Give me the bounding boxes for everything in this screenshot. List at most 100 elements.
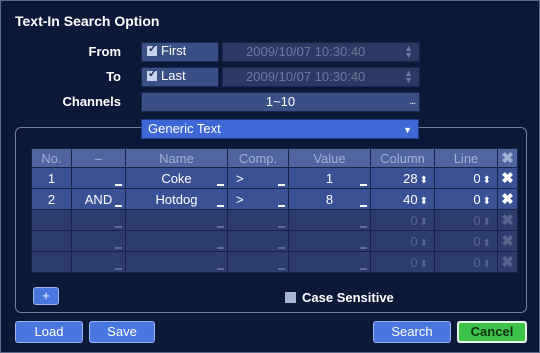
chevron-down-icon: ▼ [403, 125, 412, 135]
channels-value: 1~10 [265, 94, 296, 109]
delete-row-icon: ✖ [497, 230, 518, 252]
dropdown-marker-icon [217, 226, 224, 228]
dropdown-marker-icon [217, 184, 224, 186]
operator-select[interactable]: AND [71, 188, 126, 210]
delete-row-icon: ✖ [497, 251, 518, 273]
name-value: Hotdog [155, 191, 198, 207]
value-field[interactable]: 1 [288, 167, 371, 189]
up-down-arrows-icon: ⬍ [419, 237, 428, 249]
table-row: 1 Coke > 1 28 ⬍ 0 ⬍ ✖ [31, 167, 518, 189]
column-value: 28 [403, 170, 418, 186]
delete-row-icon[interactable]: ✖ [497, 188, 518, 210]
up-down-arrows-icon: ⬍ [482, 258, 491, 270]
line-value: 0 [473, 170, 481, 186]
dropdown-marker-icon [278, 205, 285, 207]
channels-field[interactable]: 1~10 ... [141, 92, 420, 112]
case-sensitive-label: Case Sensitive [302, 290, 394, 305]
column-value: 40 [403, 191, 418, 207]
col-header-line: Line [434, 148, 498, 168]
case-sensitive-checkbox[interactable]: Case Sensitive [285, 290, 394, 305]
dialog-title: Text-In Search Option [15, 13, 160, 29]
dropdown-marker-icon [217, 205, 224, 207]
comp-select[interactable]: > [227, 167, 289, 189]
comp-value: > [236, 170, 244, 186]
checkbox-checked-icon [147, 67, 157, 81]
add-condition-button[interactable]: + [33, 287, 59, 305]
value-field [288, 209, 371, 231]
comp-select [227, 230, 289, 252]
up-down-arrows-icon: ⬍ [419, 258, 428, 270]
dropdown-marker-icon [115, 268, 122, 270]
text-type-dropdown[interactable]: Generic Text ▼ [141, 119, 419, 139]
dropdown-marker-icon [360, 184, 367, 186]
operator-value: AND [84, 191, 113, 207]
delete-row-icon: ✖ [497, 209, 518, 231]
table-row: 0 ⬍ 0 ⬍ ✖ [31, 230, 518, 252]
text-type-selected: Generic Text [148, 121, 221, 136]
up-down-arrows-icon: ▲ ▼ [404, 68, 413, 85]
name-field [125, 230, 228, 252]
column-value: 0 [410, 254, 418, 270]
comp-value: > [236, 191, 244, 207]
up-down-arrows-icon: ⬍ [482, 237, 491, 249]
column-spinner: 0 ⬍ [370, 209, 435, 231]
column-spinner: 0 ⬍ [370, 251, 435, 273]
line-spinner[interactable]: 0 ⬍ [434, 188, 498, 210]
comp-select [227, 251, 289, 273]
col-header-operator: – [71, 148, 126, 168]
from-datetime-value: 2009/10/07 10:30:40 [246, 44, 366, 59]
up-down-arrows-icon: ⬍ [419, 195, 428, 207]
cancel-button[interactable]: Cancel [457, 321, 527, 343]
dropdown-marker-icon [115, 205, 122, 207]
column-spinner[interactable]: 40 ⬍ [370, 188, 435, 210]
dropdown-marker-icon [278, 184, 285, 186]
dropdown-marker-icon [360, 205, 367, 207]
channels-label: Channels [62, 94, 121, 109]
up-down-arrows-icon: ⬍ [419, 216, 428, 228]
line-spinner[interactable]: 0 ⬍ [434, 167, 498, 189]
value-field[interactable]: 8 [288, 188, 371, 210]
to-datetime-field[interactable]: 2009/10/07 10:30:40 ▲ ▼ [222, 67, 420, 87]
to-label: To [106, 69, 121, 84]
up-down-arrows-icon: ⬍ [482, 195, 491, 207]
column-value: 0 [410, 212, 418, 228]
to-last-checkbox[interactable]: Last [141, 67, 219, 87]
operator-select [71, 251, 126, 273]
col-header-comp: Comp. [227, 148, 289, 168]
operator-select [71, 230, 126, 252]
dropdown-marker-icon [217, 268, 224, 270]
dropdown-marker-icon [217, 247, 224, 249]
table-header-row: No. – Name Comp. Value Column Line ✖ [31, 148, 518, 168]
table-row: 0 ⬍ 0 ⬍ ✖ [31, 251, 518, 273]
value-field [288, 230, 371, 252]
up-down-arrows-icon: ⬍ [482, 216, 491, 228]
column-spinner: 0 ⬍ [370, 230, 435, 252]
line-value: 0 [473, 191, 481, 207]
line-spinner: 0 ⬍ [434, 209, 498, 231]
from-datetime-field[interactable]: 2009/10/07 10:30:40 ▲ ▼ [222, 42, 420, 62]
column-spinner[interactable]: 28 ⬍ [370, 167, 435, 189]
name-field[interactable]: Coke [125, 167, 228, 189]
dropdown-marker-icon [115, 226, 122, 228]
comp-select [227, 209, 289, 231]
load-button[interactable]: Load [15, 321, 83, 343]
dropdown-marker-icon [278, 268, 285, 270]
save-button[interactable]: Save [89, 321, 155, 343]
delete-row-icon[interactable]: ✖ [497, 167, 518, 189]
to-datetime-value: 2009/10/07 10:30:40 [246, 69, 366, 84]
operator-select[interactable] [71, 167, 126, 189]
row-no: 1 [31, 167, 72, 189]
from-first-checkbox[interactable]: First [141, 42, 219, 62]
name-field[interactable]: Hotdog [125, 188, 228, 210]
name-field [125, 209, 228, 231]
delete-all-icon[interactable]: ✖ [497, 148, 518, 168]
to-checkbox-label: Last [161, 68, 186, 83]
search-button[interactable]: Search [373, 321, 451, 343]
dropdown-marker-icon [278, 226, 285, 228]
up-down-arrows-icon: ▲ ▼ [404, 43, 413, 60]
col-header-column: Column [370, 148, 435, 168]
comp-select[interactable]: > [227, 188, 289, 210]
dropdown-marker-icon [360, 247, 367, 249]
table-row: 0 ⬍ 0 ⬍ ✖ [31, 209, 518, 231]
checkbox-checked-icon [147, 42, 157, 56]
